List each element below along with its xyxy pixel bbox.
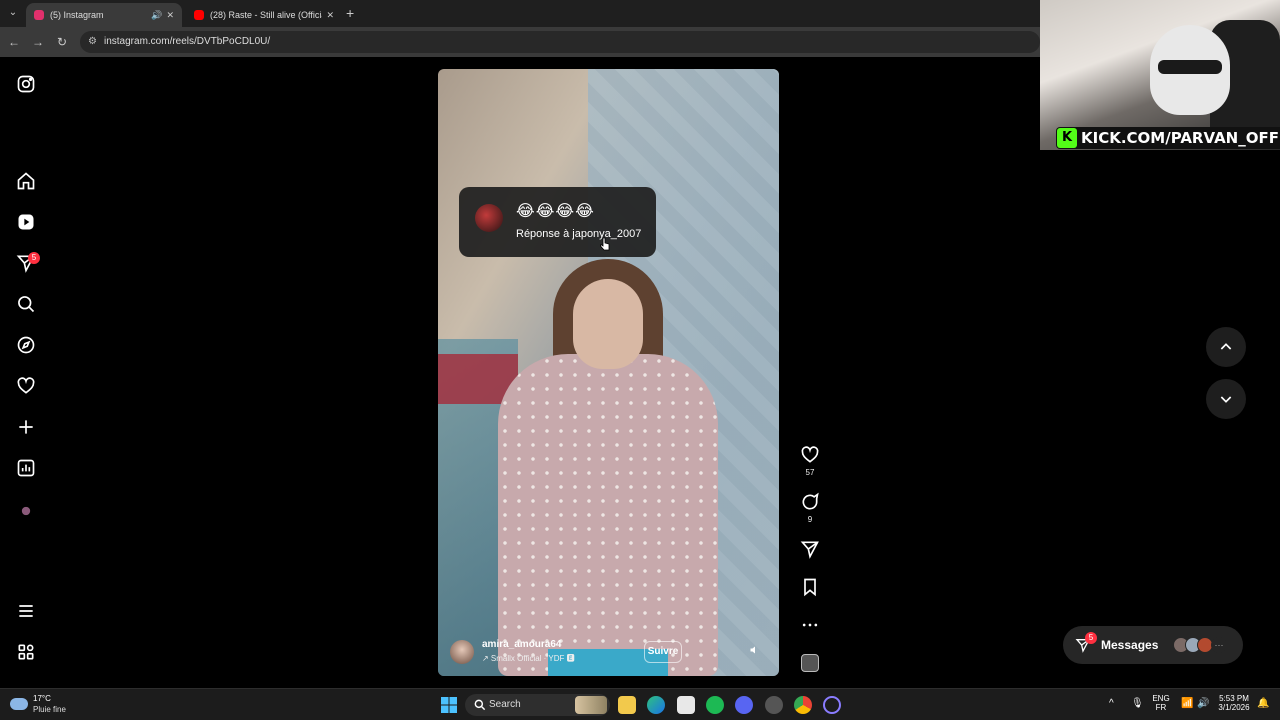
author-username[interactable]: amira_amoura64 <box>482 639 562 650</box>
speaker-icon[interactable]: 🔊 <box>151 10 162 21</box>
reel-video[interactable]: 😂😂😂😂 Réponse à japonya_2007 amira_amoura… <box>438 69 779 676</box>
kick-banner: K KICK.COM/PARVAN_OFF <box>1056 127 1280 149</box>
chevron-up-icon <box>1220 343 1232 350</box>
search-label: Search <box>489 699 521 710</box>
reply-emojis: 😂😂😂😂 <box>516 201 595 220</box>
more-menu-icon[interactable] <box>16 601 36 621</box>
new-tab-button[interactable]: + <box>346 5 354 21</box>
discord-icon[interactable] <box>735 696 753 714</box>
search-icon <box>474 699 486 711</box>
windows-start-icon[interactable] <box>440 696 458 714</box>
original-audio-thumbnail[interactable] <box>801 654 819 672</box>
tray-overflow-chevron-icon[interactable]: ^ <box>1109 698 1114 709</box>
tab-search-chevron-icon[interactable]: ⌄ <box>4 4 22 22</box>
microsoft-store-icon[interactable] <box>677 696 695 714</box>
messages-label: Messages <box>1101 638 1159 652</box>
reload-button[interactable]: ↻ <box>54 34 70 50</box>
comment-count: 9 <box>807 515 813 524</box>
follow-button[interactable]: Suivre <box>644 641 682 663</box>
taskbar-search[interactable]: Search <box>465 694 610 716</box>
profile-avatar-icon[interactable] <box>16 501 36 521</box>
messages-pill[interactable]: 5 Messages ··· <box>1063 626 1243 664</box>
reply-text: Réponse à japonya_2007 <box>516 228 642 240</box>
kick-logo-icon: K <box>1057 128 1077 148</box>
previous-reel-button[interactable] <box>1206 327 1246 367</box>
tab-youtube[interactable]: (28) Raste - Still alive (Official ly ✕ <box>186 3 342 27</box>
notification-bell-icon[interactable]: 🔔 <box>1257 698 1269 709</box>
clock[interactable]: 5:53 PM 3/1/2026 <box>1213 694 1255 712</box>
home-icon[interactable] <box>16 171 36 191</box>
clock-time: 5:53 PM <box>1219 694 1249 703</box>
clock-date: 3/1/2026 <box>1218 703 1250 712</box>
share-send-icon[interactable] <box>800 539 820 559</box>
cloud-rain-icon <box>10 698 28 710</box>
like-heart-icon[interactable] <box>800 445 820 465</box>
spotify-icon[interactable] <box>706 696 724 714</box>
url-text: instagram.com/reels/DVTbPoCDL0U/ <box>104 36 271 47</box>
tab-title: (5) Instagram <box>50 10 104 20</box>
app-icon[interactable] <box>765 696 783 714</box>
lang-bottom: FR <box>1155 703 1167 712</box>
kick-url-text: KICK.COM/PARVAN_OFF <box>1081 129 1279 147</box>
forward-button[interactable]: → <box>30 34 46 50</box>
comment-reply-sticker[interactable]: 😂😂😂😂 Réponse à japonya_2007 <box>459 187 656 257</box>
instagram-favicon-icon <box>34 10 44 20</box>
mute-toggle-icon[interactable] <box>748 644 762 658</box>
hand-cursor-icon <box>600 237 610 251</box>
youtube-favicon-icon <box>194 10 204 20</box>
messages-badge: 5 <box>1085 632 1097 644</box>
explore-compass-icon[interactable] <box>16 335 36 355</box>
author-avatar[interactable] <box>450 640 474 664</box>
assistant-icon[interactable] <box>823 696 841 714</box>
recent-chat-avatars: ··· <box>1173 637 1229 653</box>
tab-instagram[interactable]: (5) Instagram 🔊 ✕ <box>26 3 182 27</box>
chevron-down-icon <box>1220 396 1232 403</box>
windows-taskbar: 17°C Pluie fine Search ^ 🎙 ENG FR 📶 🔊 5:… <box>0 688 1280 720</box>
comment-bubble-icon[interactable] <box>800 492 820 512</box>
address-bar-row: ← → ↻ ⚙ instagram.com/reels/DVTbPoCDL0U/ <box>0 27 1040 57</box>
volume-icon[interactable]: 🔊 <box>1197 698 1209 709</box>
create-plus-icon[interactable] <box>16 417 36 437</box>
dashboard-chart-icon[interactable] <box>16 458 36 478</box>
heart-notifications-icon[interactable] <box>16 376 36 396</box>
instagram-sidebar: 5 <box>0 57 52 688</box>
reels-icon[interactable] <box>16 212 36 232</box>
reel-author-bar: amira_amoura64 ↗ Smallx Official · YDF 🅴… <box>450 639 767 667</box>
next-reel-button[interactable] <box>1206 379 1246 419</box>
back-button[interactable]: ← <box>6 34 22 50</box>
tab-title: (28) Raste - Still alive (Official ly <box>210 10 322 20</box>
url-field[interactable]: ⚙ instagram.com/reels/DVTbPoCDL0U/ <box>80 31 1040 53</box>
search-icon[interactable] <box>16 294 36 314</box>
wifi-icon[interactable]: 📶 <box>1181 698 1193 709</box>
lang-top: ENG <box>1152 694 1170 703</box>
tab-close-icon[interactable]: ✕ <box>166 10 174 21</box>
browser-tab-bar: ⌄ (5) Instagram 🔊 ✕ (28) Raste - Still a… <box>0 0 1040 27</box>
person-face <box>573 279 643 369</box>
microphone-icon[interactable]: 🎙 <box>1131 698 1144 709</box>
save-bookmark-icon[interactable] <box>800 577 820 597</box>
instagram-logo-icon[interactable] <box>16 74 36 94</box>
video-person <box>478 259 738 676</box>
file-explorer-icon[interactable] <box>618 696 636 714</box>
edge-browser-icon[interactable] <box>647 696 665 714</box>
site-info-icon[interactable]: ⚙ <box>88 31 97 53</box>
more-options-icon[interactable] <box>800 615 820 635</box>
weather-condition: Pluie fine <box>33 705 66 714</box>
like-count: 57 <box>805 468 815 477</box>
audio-track-label[interactable]: ↗ Smallx Official · YDF 🅴 <box>482 653 575 664</box>
notifications-badge: 5 <box>28 252 40 264</box>
weather-widget[interactable]: 17°C Pluie fine <box>10 694 90 718</box>
search-highlight-art <box>575 696 607 714</box>
person-hoodie <box>498 354 718 676</box>
weather-temp: 17°C <box>33 694 51 703</box>
reply-avatar <box>475 204 503 232</box>
tab-close-icon[interactable]: ✕ <box>326 10 334 21</box>
language-indicator[interactable]: ENG FR <box>1150 694 1172 712</box>
sunglasses <box>1158 60 1222 74</box>
also-from-meta-icon[interactable] <box>16 642 36 662</box>
more-chats-icon: ··· <box>1211 637 1227 653</box>
chrome-icon[interactable] <box>794 696 812 714</box>
